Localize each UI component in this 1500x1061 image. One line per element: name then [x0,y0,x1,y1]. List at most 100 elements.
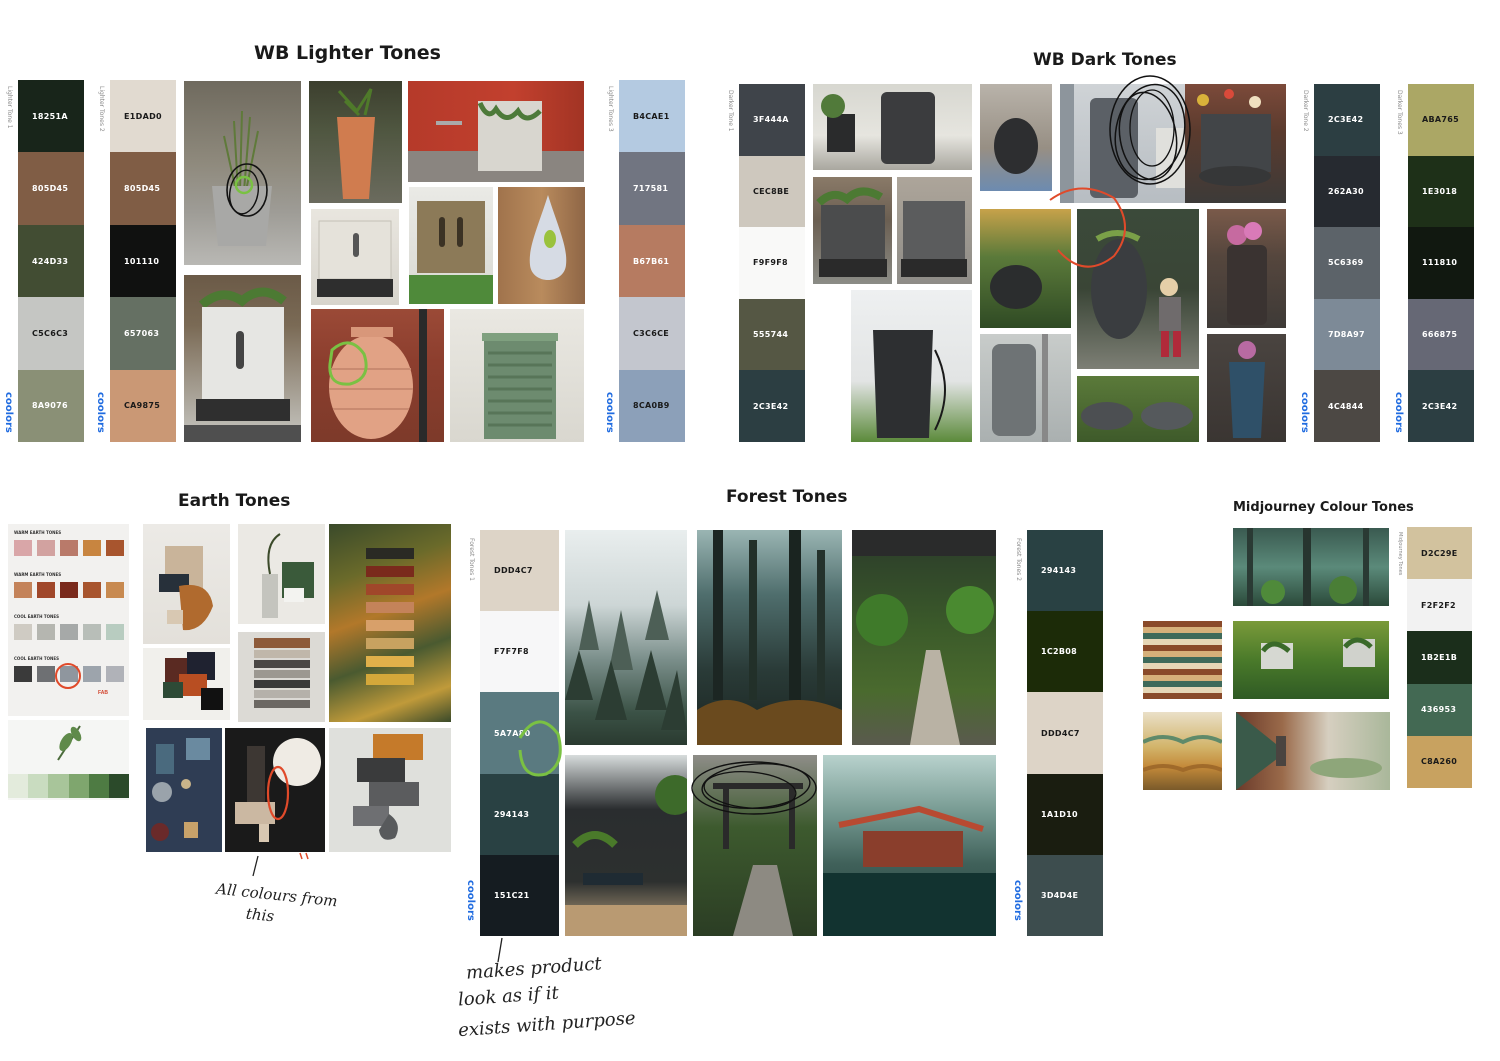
earth-swatch [106,540,124,556]
handwritten-note-earth-1: All colours from [215,879,339,911]
photo-modern-courtyard [565,755,687,936]
color-swatch: 1E3018 [1408,155,1474,228]
color-swatch: CEC8BE [739,155,805,228]
color-swatch: 4C4844 [1314,370,1380,442]
earth-tone-chart: WARM EARTH TONES WARM EARTH TONES COOL EAR… [8,524,129,716]
earth-swatch [60,666,78,682]
section-title-wb-lighter: WB Lighter Tones [254,42,441,64]
aerial-palette-strip [366,548,414,559]
coolors-logo-icon: coolors [95,392,106,433]
color-swatch: 2C3E42 [1314,84,1380,156]
aerial-palette-strip [366,602,414,613]
photo-square-butt-lawn [851,290,972,442]
palette-lighter-3: B4CAE1 717581 B67B61 C3C6CE 8CA0B9 [619,80,685,443]
color-swatch: 8CA0B9 [619,369,685,443]
photo-leaf-swatch [8,720,129,800]
color-swatch: 2C3E42 [1408,370,1474,442]
color-swatch: 805D45 [110,152,176,225]
handwritten-note-forest-3: exists with purpose [457,1007,637,1042]
color-swatch: 1C2B08 [1027,611,1103,693]
coolors-logo-icon: coolors [3,392,14,433]
color-swatch: 424D33 [18,224,84,298]
photo-grey-slimline-butt [980,334,1071,442]
color-swatch: DDD4C7 [480,530,559,612]
photo-red-wall-planter [408,81,584,182]
green-swatch [68,774,89,798]
color-swatch: 3F444A [739,84,805,156]
photo-egg-water-butt [980,84,1052,191]
photo-dark-water-butt-patio [813,84,972,170]
earth-swatch [60,624,78,640]
photo-fountain-wall [1185,84,1286,203]
photo-dark-planter-b [897,177,972,284]
color-swatch: 657063 [110,297,176,370]
photo-dark-pot-garden [980,209,1071,328]
color-swatch: ABA765 [1408,84,1474,156]
color-swatch: 5A7A80 [480,692,559,774]
photo-material-blocks [143,648,230,720]
aerial-palette-strip [366,584,414,595]
color-swatch: 555744 [739,298,805,371]
photo-grey-planter-grass [184,81,301,265]
photo-mj-greenhouse [1233,528,1389,606]
palette-label: Forest Tones 2 [1015,538,1022,581]
color-swatch: 1A1D10 [1027,773,1103,855]
handwritten-note-forest-1: makes product [465,953,603,984]
aerial-palette-strip [366,566,414,577]
coolors-logo-icon: coolors [1012,880,1023,921]
palette-label: Lighter Tones 3 [607,86,614,132]
earth-swatch [37,540,55,556]
color-swatch: 2C3E42 [739,370,805,442]
green-swatch [8,774,29,798]
color-swatch: F7F7F8 [480,611,559,693]
photo-slatted-storage-box [450,309,584,442]
green-swatch [88,774,109,798]
earth-swatch [83,540,101,556]
color-swatch: 8A9076 [18,369,84,443]
palette-label: Lighter Tone 1 [6,86,13,129]
earth-swatch [60,582,78,598]
aerial-palette-strip [366,638,414,649]
photo-grey-tall-butt-deck [1060,84,1200,203]
earth-group-label: COOL EARTH TONES [14,656,59,661]
palette-forest-1: DDD4C7 F7F7F8 5A7A80 294143 151C21 [480,530,559,937]
aerial-palette-strip [366,674,414,685]
photo-pool-pavilion [823,755,996,936]
green-swatch [28,774,49,798]
green-swatch [108,774,129,798]
palette-label: Lighter Tones 2 [98,86,105,132]
photo-aerial-forest-palette [329,524,451,722]
section-title-wb-dark: WB Dark Tones [1033,50,1177,70]
photo-square-planter-outdoor [184,275,301,442]
photo-jungle-walkway [852,530,996,745]
palette-midjourney: D2C29E F2F2F2 1B2E1B 436953 C8A260 [1407,527,1472,789]
photo-flower-tall-pot [1207,209,1286,328]
photo-woman-tall-urn [1077,209,1199,369]
color-swatch: 111810 [1408,227,1474,299]
color-swatch: B4CAE1 [619,80,685,153]
handwritten-note-forest-2: look as if it [457,982,560,1011]
earth-group-label: COOL EARTH TONES [14,614,59,619]
section-title-forest: Forest Tones [726,487,848,507]
green-swatch-strip [8,774,129,798]
palette-lighter-2: E1DAD0 805D45 101110 657063 CA9875 [110,80,176,443]
color-swatch: C5C6C3 [18,297,84,370]
photo-mj-wall-planter [1233,621,1389,699]
earth-swatch [106,582,124,598]
color-swatch: 5C6369 [1314,227,1380,299]
photo-terracotta-urn [311,309,444,442]
photo-terracotta-tall-pot [309,81,402,203]
photo-dark-forest-path [697,530,842,745]
color-swatch: 805D45 [18,152,84,225]
color-swatch: F2F2F2 [1407,579,1472,632]
photo-mj-landscape-stripes [1143,712,1222,790]
earth-swatch [37,624,55,640]
section-title-earth: Earth Tones [178,491,291,511]
color-swatch: B67B61 [619,224,685,298]
coolors-logo-icon: coolors [1299,392,1310,433]
palette-label: Darker Tones 3 [1396,90,1403,135]
chart-brand-mark: FAB [98,690,108,696]
earth-swatch [14,582,32,598]
photo-navy-samples [146,728,222,852]
color-swatch: 18251A [18,80,84,153]
